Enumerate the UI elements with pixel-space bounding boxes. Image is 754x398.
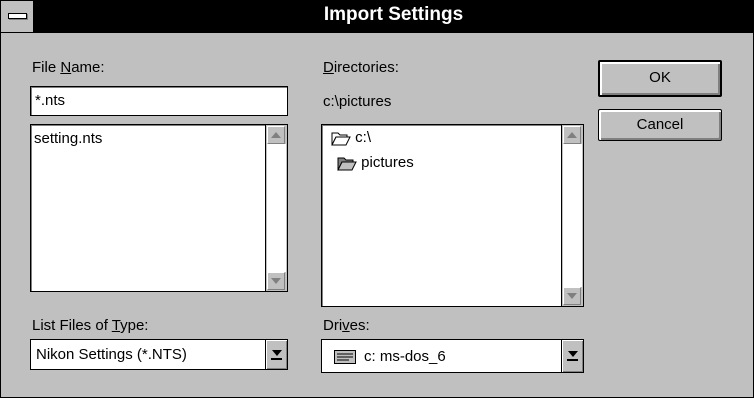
dropdown-underline bbox=[567, 359, 578, 361]
hard-drive-icon bbox=[334, 350, 356, 368]
directory-item-pictures[interactable]: pictures bbox=[337, 154, 414, 171]
dropdown-underline bbox=[271, 357, 282, 360]
drives-dropdown-button[interactable] bbox=[561, 340, 583, 372]
directory-list-scrollbar[interactable] bbox=[561, 125, 583, 306]
system-menu-icon bbox=[8, 13, 27, 19]
file-type-label: List Files of Type: bbox=[32, 317, 149, 334]
directories-label: Directories: bbox=[323, 59, 399, 76]
chevron-down-icon bbox=[271, 349, 282, 356]
current-directory-path: c:\pictures bbox=[323, 93, 392, 110]
cancel-button[interactable]: Cancel bbox=[598, 109, 722, 141]
arrow-down-icon bbox=[271, 278, 281, 284]
drive-value: c: ms-dos_6 bbox=[364, 348, 446, 365]
file-type-dropdown-button[interactable] bbox=[265, 340, 287, 369]
scroll-track[interactable] bbox=[563, 144, 582, 287]
import-settings-dialog: Import Settings File Name: *.nts setting… bbox=[0, 0, 754, 398]
arrow-up-icon bbox=[271, 132, 281, 138]
directory-list[interactable]: c:\ pictures bbox=[321, 124, 584, 307]
scroll-down-button[interactable] bbox=[267, 272, 285, 290]
directory-item-root[interactable]: c:\ bbox=[331, 129, 371, 146]
ok-button[interactable]: OK bbox=[598, 60, 722, 97]
chevron-down-icon bbox=[567, 351, 578, 357]
file-list-scrollbar[interactable] bbox=[265, 125, 287, 291]
open-folder-icon bbox=[331, 132, 351, 146]
file-list[interactable]: setting.nts bbox=[30, 124, 288, 292]
open-folder-icon bbox=[337, 157, 357, 171]
arrow-up-icon bbox=[567, 132, 577, 138]
system-menu-button[interactable] bbox=[1, 1, 34, 32]
scroll-down-button[interactable] bbox=[563, 287, 581, 305]
file-name-value: *.nts bbox=[35, 92, 66, 109]
file-name-label: File Name: bbox=[32, 59, 105, 76]
scroll-track[interactable] bbox=[267, 144, 286, 272]
drives-label: Drives: bbox=[323, 317, 370, 334]
arrow-down-icon bbox=[567, 293, 577, 299]
file-type-value: Nikon Settings (*.NTS) bbox=[36, 346, 187, 363]
scroll-up-button[interactable] bbox=[563, 126, 581, 144]
title-bar[interactable]: Import Settings bbox=[1, 1, 753, 33]
file-name-input[interactable]: *.nts bbox=[30, 86, 288, 116]
list-item[interactable]: setting.nts bbox=[34, 130, 102, 147]
window-title: Import Settings bbox=[323, 4, 464, 25]
scroll-up-button[interactable] bbox=[267, 126, 285, 144]
file-type-select[interactable]: Nikon Settings (*.NTS) bbox=[30, 339, 288, 370]
drives-select[interactable]: c: ms-dos_6 bbox=[321, 339, 584, 373]
